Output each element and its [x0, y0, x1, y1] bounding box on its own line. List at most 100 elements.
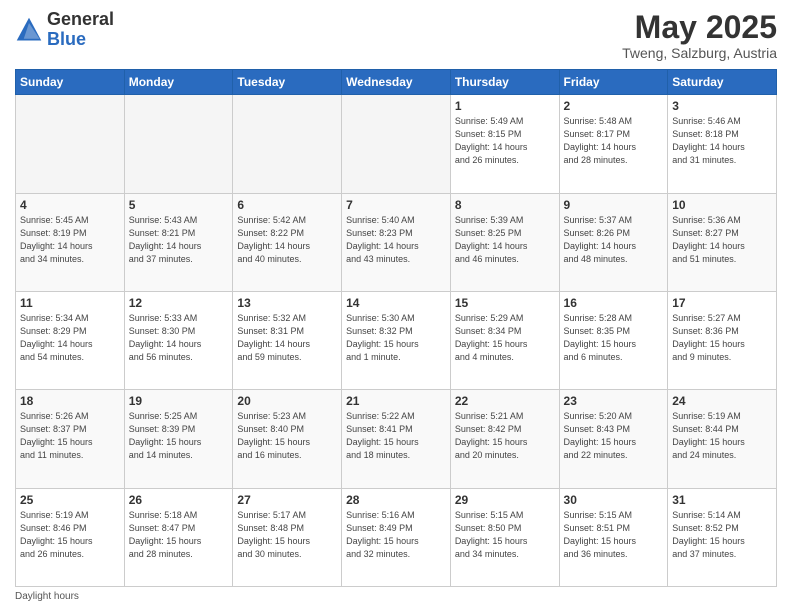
day-number: 18	[20, 394, 120, 408]
day-info: Sunrise: 5:43 AM Sunset: 8:21 PM Dayligh…	[129, 214, 229, 266]
day-info: Sunrise: 5:18 AM Sunset: 8:47 PM Dayligh…	[129, 509, 229, 561]
day-info: Sunrise: 5:15 AM Sunset: 8:51 PM Dayligh…	[564, 509, 664, 561]
calendar-cell: 24 Sunrise: 5:19 AM Sunset: 8:44 PM Dayli…	[668, 390, 777, 488]
day-number: 23	[564, 394, 664, 408]
day-number: 21	[346, 394, 446, 408]
day-number: 1	[455, 99, 555, 113]
day-info: Sunrise: 5:27 AM Sunset: 8:36 PM Dayligh…	[672, 312, 772, 364]
day-number: 16	[564, 296, 664, 310]
calendar-week-row: 4 Sunrise: 5:45 AM Sunset: 8:19 PM Daylig…	[16, 193, 777, 291]
calendar-cell: 20Sunrise: 5:23 AM Sunset: 8:40 PM Dayli…	[233, 390, 342, 488]
logo-blue: Blue	[47, 29, 86, 49]
day-number: 9	[564, 198, 664, 212]
calendar-cell: 26 Sunrise: 5:18 AM Sunset: 8:47 PM Dayli…	[124, 488, 233, 586]
logo: General Blue	[15, 10, 114, 50]
day-info: Sunrise: 5:22 AM Sunset: 8:41 PM Dayligh…	[346, 410, 446, 462]
calendar-cell	[342, 95, 451, 193]
day-number: 5	[129, 198, 229, 212]
day-number: 6	[237, 198, 337, 212]
calendar-header-row: SundayMondayTuesdayWednesdayThursdayFrid…	[16, 70, 777, 95]
calendar-cell: 3 Sunrise: 5:46 AM Sunset: 8:18 PM Daylig…	[668, 95, 777, 193]
calendar-cell: 5 Sunrise: 5:43 AM Sunset: 8:21 PM Daylig…	[124, 193, 233, 291]
calendar-cell: 28Sunrise: 5:16 AM Sunset: 8:49 PM Dayli…	[342, 488, 451, 586]
day-number: 24	[672, 394, 772, 408]
calendar-cell: 21 Sunrise: 5:22 AM Sunset: 8:41 PM Dayli…	[342, 390, 451, 488]
day-number: 2	[564, 99, 664, 113]
day-number: 4	[20, 198, 120, 212]
day-number: 15	[455, 296, 555, 310]
day-number: 11	[20, 296, 120, 310]
day-number: 17	[672, 296, 772, 310]
day-info: Sunrise: 5:28 AM Sunset: 8:35 PM Dayligh…	[564, 312, 664, 364]
location: Tweng, Salzburg, Austria	[622, 45, 777, 61]
day-info: Sunrise: 5:39 AM Sunset: 8:25 PM Dayligh…	[455, 214, 555, 266]
day-info: Sunrise: 5:16 AM Sunset: 8:49 PM Dayligh…	[346, 509, 446, 561]
calendar-cell: 10 Sunrise: 5:36 AM Sunset: 8:27 PM Dayli…	[668, 193, 777, 291]
calendar-cell: 31 Sunrise: 5:14 AM Sunset: 8:52 PM Dayli…	[668, 488, 777, 586]
day-info: Sunrise: 5:48 AM Sunset: 8:17 PM Dayligh…	[564, 115, 664, 167]
day-info: Sunrise: 5:20 AM Sunset: 8:43 PM Dayligh…	[564, 410, 664, 462]
calendar-cell: 22Sunrise: 5:21 AM Sunset: 8:42 PM Dayli…	[450, 390, 559, 488]
calendar-day-header: Tuesday	[233, 70, 342, 95]
calendar-cell: 7Sunrise: 5:40 AM Sunset: 8:23 PM Daylig…	[342, 193, 451, 291]
day-info: Sunrise: 5:15 AM Sunset: 8:50 PM Dayligh…	[455, 509, 555, 561]
calendar-cell: 19Sunrise: 5:25 AM Sunset: 8:39 PM Dayli…	[124, 390, 233, 488]
calendar-day-header: Monday	[124, 70, 233, 95]
day-info: Sunrise: 5:23 AM Sunset: 8:40 PM Dayligh…	[237, 410, 337, 462]
calendar-cell: 2 Sunrise: 5:48 AM Sunset: 8:17 PM Daylig…	[559, 95, 668, 193]
day-number: 31	[672, 493, 772, 507]
day-number: 13	[237, 296, 337, 310]
calendar-cell: 11Sunrise: 5:34 AM Sunset: 8:29 PM Dayli…	[16, 291, 125, 389]
daylight-label: Daylight hours	[15, 591, 79, 602]
day-info: Sunrise: 5:19 AM Sunset: 8:46 PM Dayligh…	[20, 509, 120, 561]
calendar-cell: 23 Sunrise: 5:20 AM Sunset: 8:43 PM Dayli…	[559, 390, 668, 488]
day-number: 29	[455, 493, 555, 507]
day-number: 26	[129, 493, 229, 507]
day-number: 25	[20, 493, 120, 507]
day-info: Sunrise: 5:46 AM Sunset: 8:18 PM Dayligh…	[672, 115, 772, 167]
day-number: 10	[672, 198, 772, 212]
calendar-cell: 25 Sunrise: 5:19 AM Sunset: 8:46 PM Dayli…	[16, 488, 125, 586]
day-number: 27	[237, 493, 337, 507]
calendar-day-header: Thursday	[450, 70, 559, 95]
calendar-cell: 17 Sunrise: 5:27 AM Sunset: 8:36 PM Dayli…	[668, 291, 777, 389]
day-info: Sunrise: 5:30 AM Sunset: 8:32 PM Dayligh…	[346, 312, 446, 364]
calendar-week-row: 25 Sunrise: 5:19 AM Sunset: 8:46 PM Dayli…	[16, 488, 777, 586]
day-info: Sunrise: 5:45 AM Sunset: 8:19 PM Dayligh…	[20, 214, 120, 266]
day-info: Sunrise: 5:26 AM Sunset: 8:37 PM Dayligh…	[20, 410, 120, 462]
day-info: Sunrise: 5:42 AM Sunset: 8:22 PM Dayligh…	[237, 214, 337, 266]
calendar-week-row: 18 Sunrise: 5:26 AM Sunset: 8:37 PM Dayli…	[16, 390, 777, 488]
page: General Blue May 2025 Tweng, Salzburg, A…	[0, 0, 792, 612]
calendar-week-row: 1Sunrise: 5:49 AM Sunset: 8:15 PM Daylig…	[16, 95, 777, 193]
day-info: Sunrise: 5:33 AM Sunset: 8:30 PM Dayligh…	[129, 312, 229, 364]
day-info: Sunrise: 5:19 AM Sunset: 8:44 PM Dayligh…	[672, 410, 772, 462]
calendar-table: SundayMondayTuesdayWednesdayThursdayFrid…	[15, 69, 777, 587]
day-info: Sunrise: 5:36 AM Sunset: 8:27 PM Dayligh…	[672, 214, 772, 266]
day-number: 8	[455, 198, 555, 212]
calendar-cell: 16 Sunrise: 5:28 AM Sunset: 8:35 PM Dayli…	[559, 291, 668, 389]
day-number: 30	[564, 493, 664, 507]
day-number: 22	[455, 394, 555, 408]
calendar-day-header: Friday	[559, 70, 668, 95]
calendar-day-header: Saturday	[668, 70, 777, 95]
calendar-cell: 4 Sunrise: 5:45 AM Sunset: 8:19 PM Daylig…	[16, 193, 125, 291]
day-info: Sunrise: 5:32 AM Sunset: 8:31 PM Dayligh…	[237, 312, 337, 364]
footer-note: Daylight hours	[15, 591, 777, 602]
day-info: Sunrise: 5:40 AM Sunset: 8:23 PM Dayligh…	[346, 214, 446, 266]
day-number: 3	[672, 99, 772, 113]
calendar-cell: 30 Sunrise: 5:15 AM Sunset: 8:51 PM Dayli…	[559, 488, 668, 586]
calendar-cell: 1Sunrise: 5:49 AM Sunset: 8:15 PM Daylig…	[450, 95, 559, 193]
logo-text: General Blue	[47, 10, 114, 50]
calendar-cell	[124, 95, 233, 193]
day-number: 19	[129, 394, 229, 408]
calendar-cell: 14 Sunrise: 5:30 AM Sunset: 8:32 PM Dayli…	[342, 291, 451, 389]
logo-general: General	[47, 9, 114, 29]
calendar-day-header: Sunday	[16, 70, 125, 95]
day-info: Sunrise: 5:14 AM Sunset: 8:52 PM Dayligh…	[672, 509, 772, 561]
day-number: 14	[346, 296, 446, 310]
title-area: May 2025 Tweng, Salzburg, Austria	[622, 10, 777, 61]
calendar-cell	[233, 95, 342, 193]
calendar-cell: 29 Sunrise: 5:15 AM Sunset: 8:50 PM Dayli…	[450, 488, 559, 586]
day-info: Sunrise: 5:17 AM Sunset: 8:48 PM Dayligh…	[237, 509, 337, 561]
calendar-cell: 15Sunrise: 5:29 AM Sunset: 8:34 PM Dayli…	[450, 291, 559, 389]
